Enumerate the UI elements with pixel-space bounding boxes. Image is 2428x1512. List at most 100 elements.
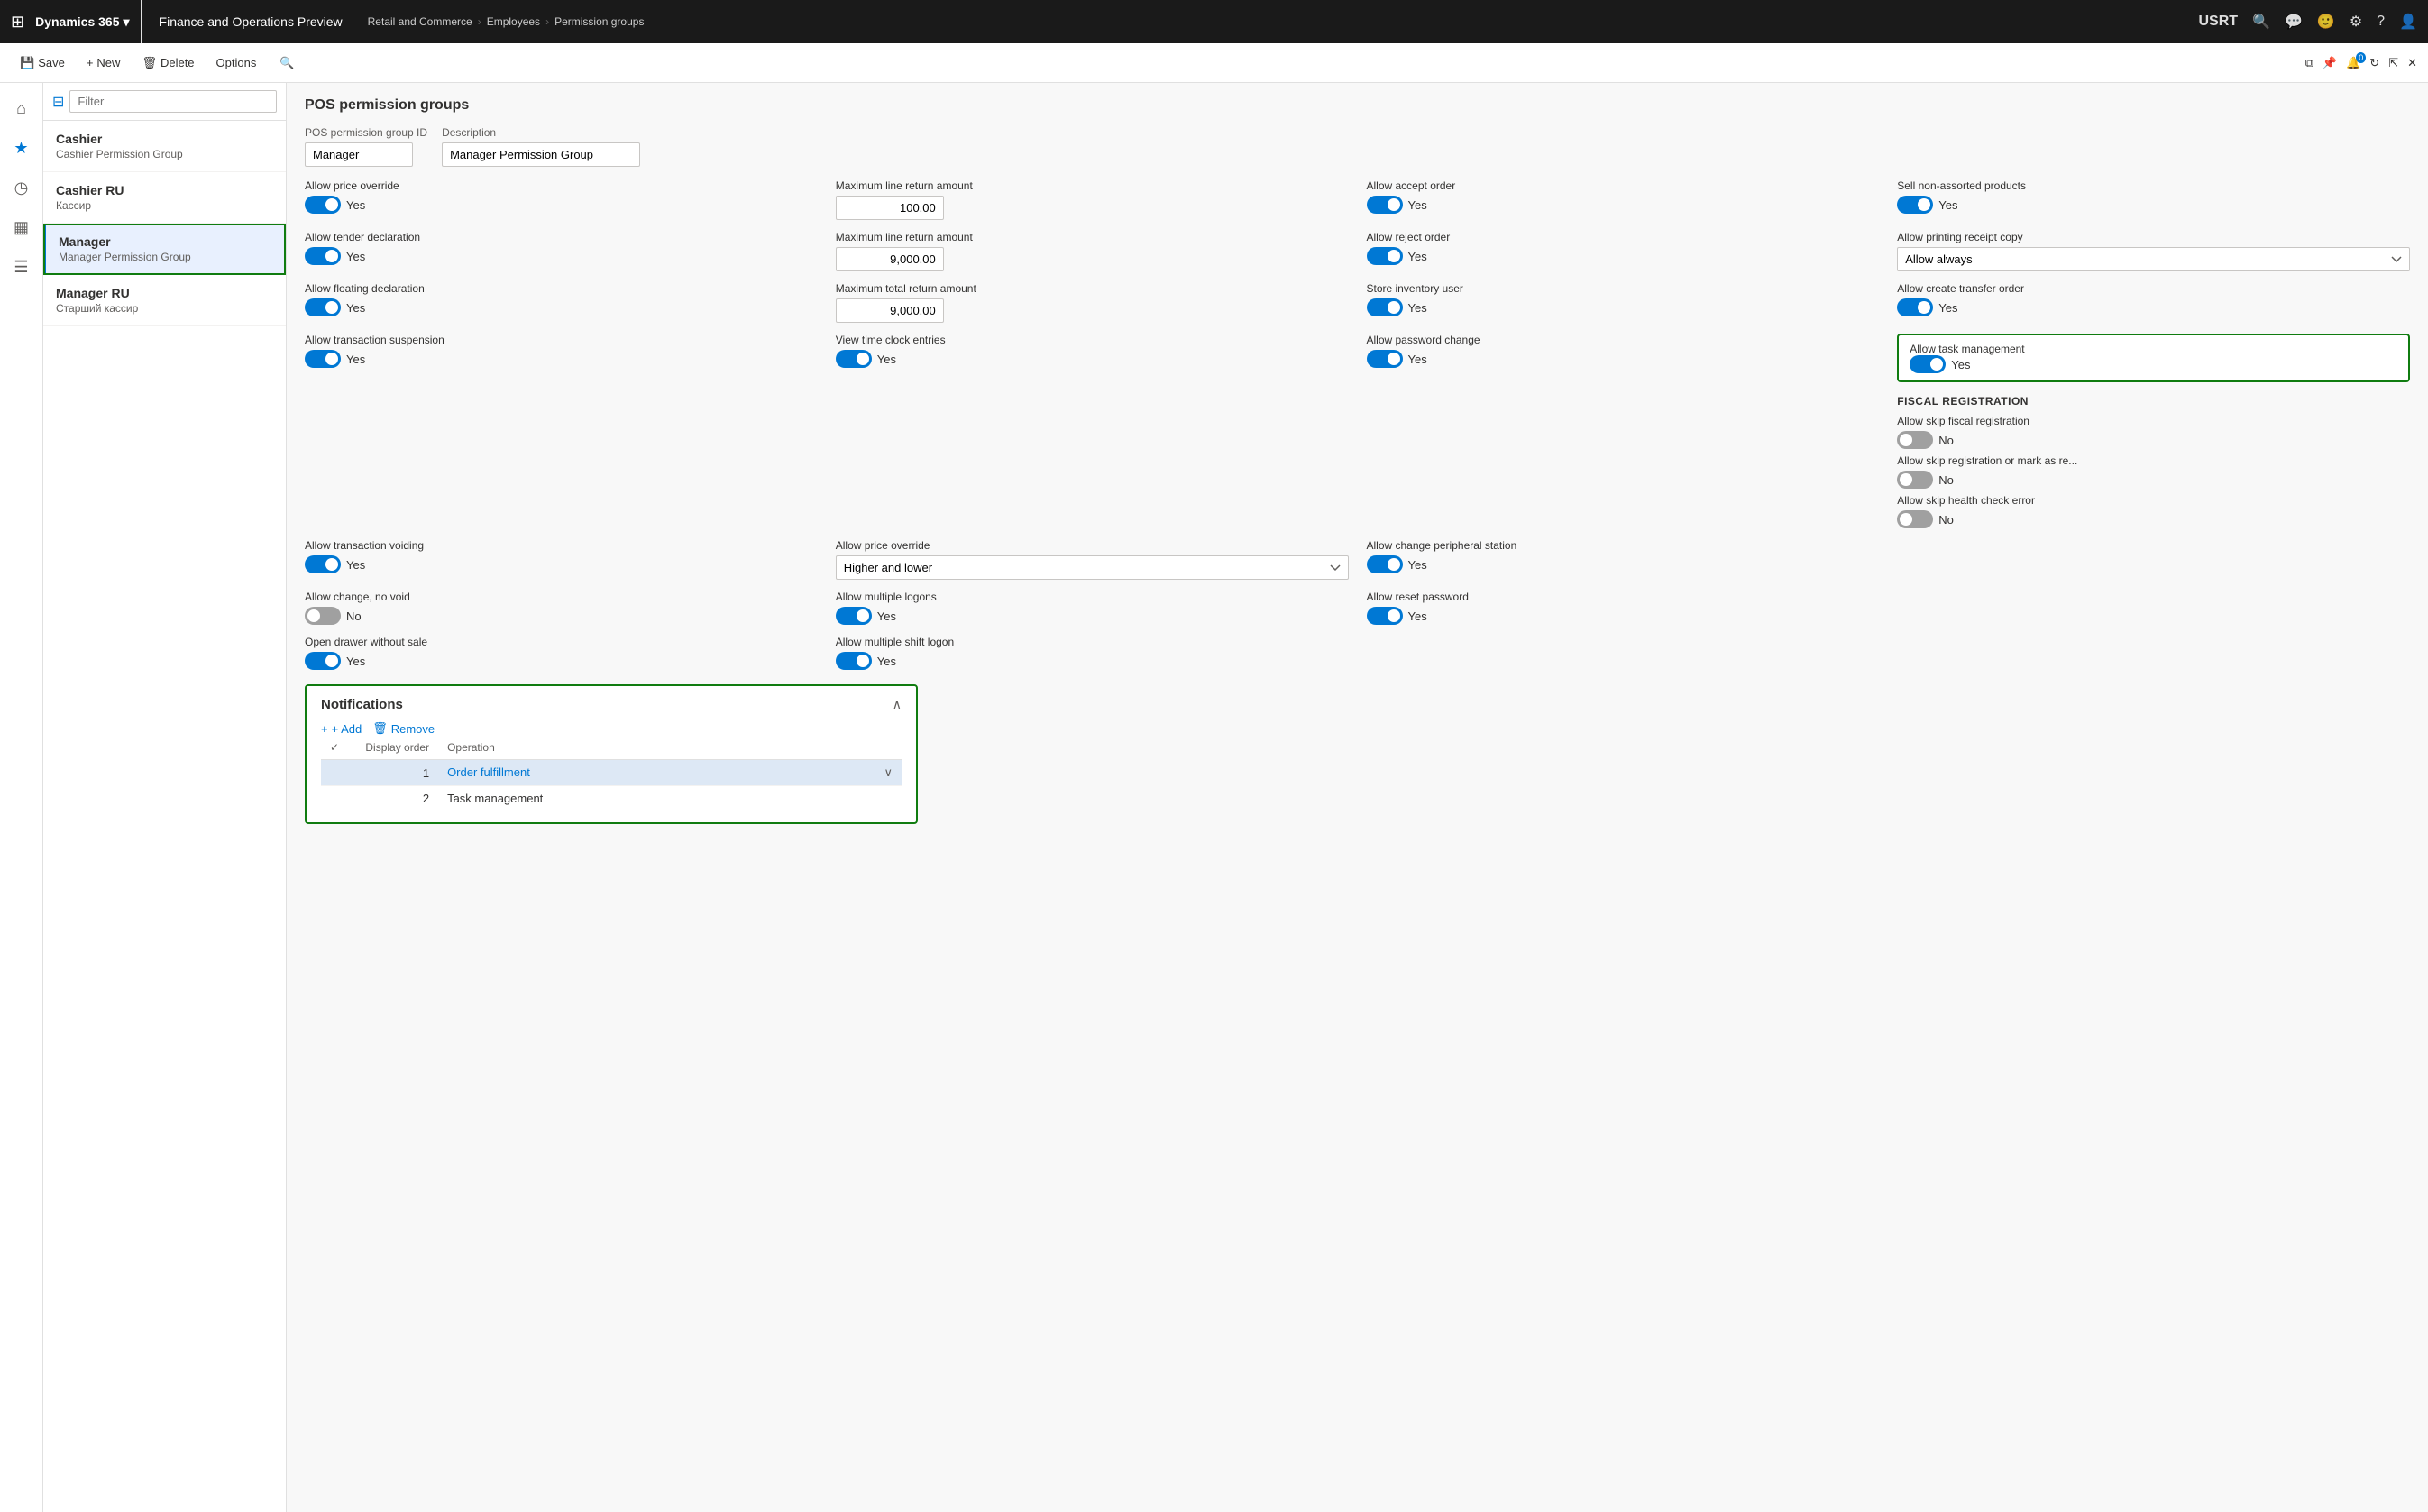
nav-list[interactable]: ☰ — [4, 249, 40, 285]
perm-trans-voiding: Allow transaction voiding Yes — [305, 539, 818, 580]
notif-op-link-1[interactable]: Order fulfillment — [447, 765, 530, 779]
list-item-manager[interactable]: Manager Manager Permission Group — [43, 224, 286, 275]
expand-icon[interactable]: ⇱ — [2388, 56, 2398, 70]
list-item-cashier[interactable]: Cashier Cashier Permission Group — [43, 121, 286, 172]
perm-print-receipt: Allow printing receipt copy Allow always… — [1897, 231, 2410, 271]
delete-button[interactable]: 🗑 Delete — [133, 52, 203, 74]
breadcrumb-permission-groups[interactable]: Permission groups — [554, 15, 644, 28]
notif-remove-btn[interactable]: 🗑 Remove — [372, 721, 435, 736]
max-line-input2[interactable] — [836, 247, 944, 271]
filter-icon[interactable]: ⊟ — [52, 93, 64, 111]
apps-icon[interactable]: ⧉ — [2305, 56, 2313, 70]
perm-reject-order: Allow reject order Yes — [1367, 231, 1880, 271]
breadcrumb: Retail and Commerce › Employees › Permis… — [368, 15, 645, 28]
toggle-accept-order[interactable] — [1367, 196, 1403, 214]
toggle-reset-password[interactable] — [1367, 607, 1403, 625]
toggle-task-mgmt[interactable] — [1910, 355, 1946, 373]
notif-order-1: 1 — [348, 760, 438, 786]
list-item-cashier-ru[interactable]: Cashier RU Кассир — [43, 172, 286, 224]
breadcrumb-retail[interactable]: Retail and Commerce — [368, 15, 472, 28]
bell-icon[interactable]: 🔔0 — [2346, 56, 2360, 70]
notif-op-1: Order fulfillment ∨ — [438, 760, 902, 786]
nav-divider — [141, 0, 142, 43]
toggle-voiding[interactable] — [305, 555, 341, 573]
toolbar-search-icon[interactable]: 🔍 — [279, 56, 294, 70]
toggle-no-void[interactable] — [305, 607, 341, 625]
toolbar-right: ⧉ 📌 🔔0 ↻ ⇱ ✕ — [2305, 56, 2417, 70]
notif-col-check: ✓ — [321, 736, 348, 760]
notifications-section: Notifications ∧ + + Add 🗑 Remove ✓ Displ… — [305, 684, 918, 824]
notif-row-1[interactable]: 1 Order fulfillment ∨ — [321, 760, 902, 786]
notif-order-2: 2 — [348, 786, 438, 811]
notif-add-btn[interactable]: + + Add — [321, 721, 362, 736]
toggle-floating[interactable] — [305, 298, 341, 316]
toggle-tender[interactable] — [305, 247, 341, 265]
notifications-collapse-btn[interactable]: ∧ — [893, 697, 902, 712]
toggle-time-clock[interactable] — [836, 350, 872, 368]
nav-clock[interactable]: ◷ — [4, 170, 40, 206]
gear-icon[interactable]: ⚙ — [2350, 13, 2362, 31]
toggle-skip-fiscal[interactable] — [1897, 431, 1933, 449]
toggle-open-drawer[interactable] — [305, 652, 341, 670]
print-receipt-select[interactable]: Allow always Not allowed — [1897, 247, 2410, 271]
breadcrumb-employees[interactable]: Employees — [487, 15, 540, 28]
pin-icon[interactable]: 📌 — [2323, 56, 2337, 70]
perm-skip-registration: Allow skip registration or mark as re...… — [1897, 454, 2410, 489]
save-button[interactable]: 💾 Save — [11, 52, 74, 74]
group-id-input[interactable] — [305, 142, 413, 167]
toggle-password[interactable] — [1367, 350, 1403, 368]
notif-row-2[interactable]: 2 Task management — [321, 786, 902, 811]
description-input[interactable] — [442, 142, 640, 167]
new-icon: + — [87, 56, 94, 69]
breadcrumb-sep1: › — [478, 15, 481, 28]
search-icon[interactable]: 🔍 — [2252, 13, 2270, 31]
brand-chevron[interactable]: ▾ — [124, 14, 130, 30]
nav-home[interactable]: ⌂ — [4, 90, 40, 126]
toggle-store-inventory[interactable] — [1367, 298, 1403, 316]
help-icon[interactable]: ? — [2377, 14, 2385, 30]
perm-multiple-logons: Allow multiple logons Yes — [836, 591, 1349, 625]
perm-create-transfer: Allow create transfer order Yes — [1897, 282, 2410, 323]
toggle-reject-order[interactable] — [1367, 247, 1403, 265]
toggle-non-assorted[interactable] — [1897, 196, 1933, 214]
notif-dropdown-icon[interactable]: ∨ — [884, 765, 893, 780]
max-total-input[interactable] — [836, 298, 944, 323]
perm-skip-health-check: Allow skip health check error No — [1897, 494, 2410, 528]
refresh-icon[interactable]: ↻ — [2369, 56, 2379, 70]
perm-max-total-return: Maximum total return amount — [836, 282, 1349, 323]
chat-icon[interactable]: 💬 — [2285, 13, 2303, 31]
toggle-skip-registration[interactable] — [1897, 471, 1933, 489]
form-group-id: POS permission group ID — [305, 126, 427, 167]
notif-check-1 — [321, 760, 348, 786]
options-button[interactable]: Options — [207, 52, 266, 73]
toggle-peripheral[interactable] — [1367, 555, 1403, 573]
toggle-skip-health[interactable] — [1897, 510, 1933, 528]
filter-input[interactable] — [69, 90, 277, 113]
user-avatar[interactable]: 👤 — [2399, 13, 2417, 31]
toolbar-extras: 🔍 — [272, 56, 294, 70]
price-override-select[interactable]: Higher and lower Allow always Not allowe… — [836, 555, 1349, 580]
brand-name[interactable]: Dynamics 365 — [35, 14, 119, 29]
max-line-return-input[interactable] — [836, 196, 944, 220]
toggle-price[interactable] — [305, 196, 341, 214]
toggle-shift-logon[interactable] — [836, 652, 872, 670]
perm-multiple-shift: Allow multiple shift logon Yes — [836, 636, 1349, 670]
toggle-transfer[interactable] — [1897, 298, 1933, 316]
list-panel: ⊟ Cashier Cashier Permission Group Cashi… — [43, 83, 287, 1512]
perm-store-inventory: Store inventory user Yes — [1367, 282, 1880, 323]
face-icon[interactable]: 🙂 — [2317, 13, 2335, 31]
perm-col4-spacer2 — [1897, 591, 2410, 625]
perm-password-change: Allow password change Yes — [1367, 334, 1880, 528]
perm-tender-decl: Allow tender declaration Yes — [305, 231, 818, 271]
list-item-manager-ru[interactable]: Manager RU Старший кассир — [43, 275, 286, 326]
waffle-icon[interactable]: ⊞ — [11, 13, 24, 32]
nav-grid[interactable]: ▦ — [4, 209, 40, 245]
new-button[interactable]: + New — [78, 52, 130, 73]
toggle-multiple-logons[interactable] — [836, 607, 872, 625]
perm-max-line-return2: Maximum line return amount — [836, 231, 1349, 271]
list-panel-header: ⊟ — [43, 83, 286, 121]
close-icon[interactable]: ✕ — [2407, 56, 2417, 70]
perm-col4-spacer — [1897, 539, 2410, 580]
toggle-suspension[interactable] — [305, 350, 341, 368]
nav-star[interactable]: ★ — [4, 130, 40, 166]
